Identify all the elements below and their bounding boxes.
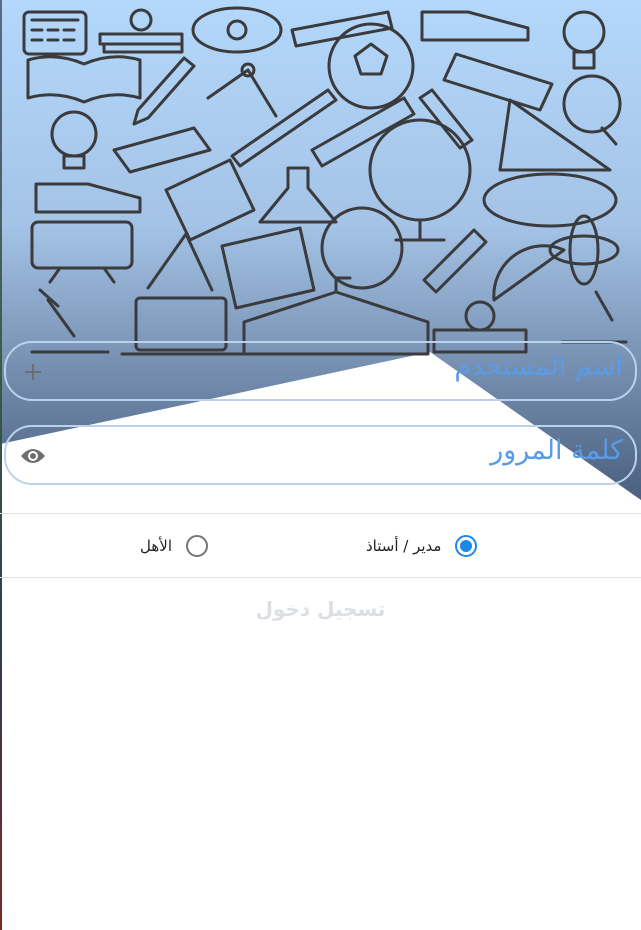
role-option-admin-teacher[interactable]: مدير / أستاذ [366, 532, 478, 560]
username-placeholder: اسم المستخدم [454, 351, 623, 382]
login-button[interactable]: تسجيل دخول [0, 590, 641, 630]
eye-icon-glyph [21, 449, 45, 463]
plus-icon[interactable] [20, 359, 46, 385]
radio-unselected-icon[interactable] [186, 535, 208, 557]
username-field[interactable]: اسم المستخدم [4, 341, 637, 401]
role-option-parent[interactable]: الأهل [140, 532, 208, 560]
bottom-divider [0, 577, 641, 578]
radio-selected-icon[interactable] [455, 535, 478, 557]
top-divider [0, 513, 641, 514]
role-label-parent: الأهل [140, 537, 172, 555]
eye-icon[interactable] [20, 443, 46, 469]
password-placeholder: كلمة المرور [490, 435, 623, 466]
role-label-admin-teacher: مدير / أستاذ [366, 537, 442, 555]
window-left-edge [0, 0, 2, 930]
password-field[interactable]: كلمة المرور [4, 425, 637, 485]
plus-icon-glyph [25, 364, 41, 380]
